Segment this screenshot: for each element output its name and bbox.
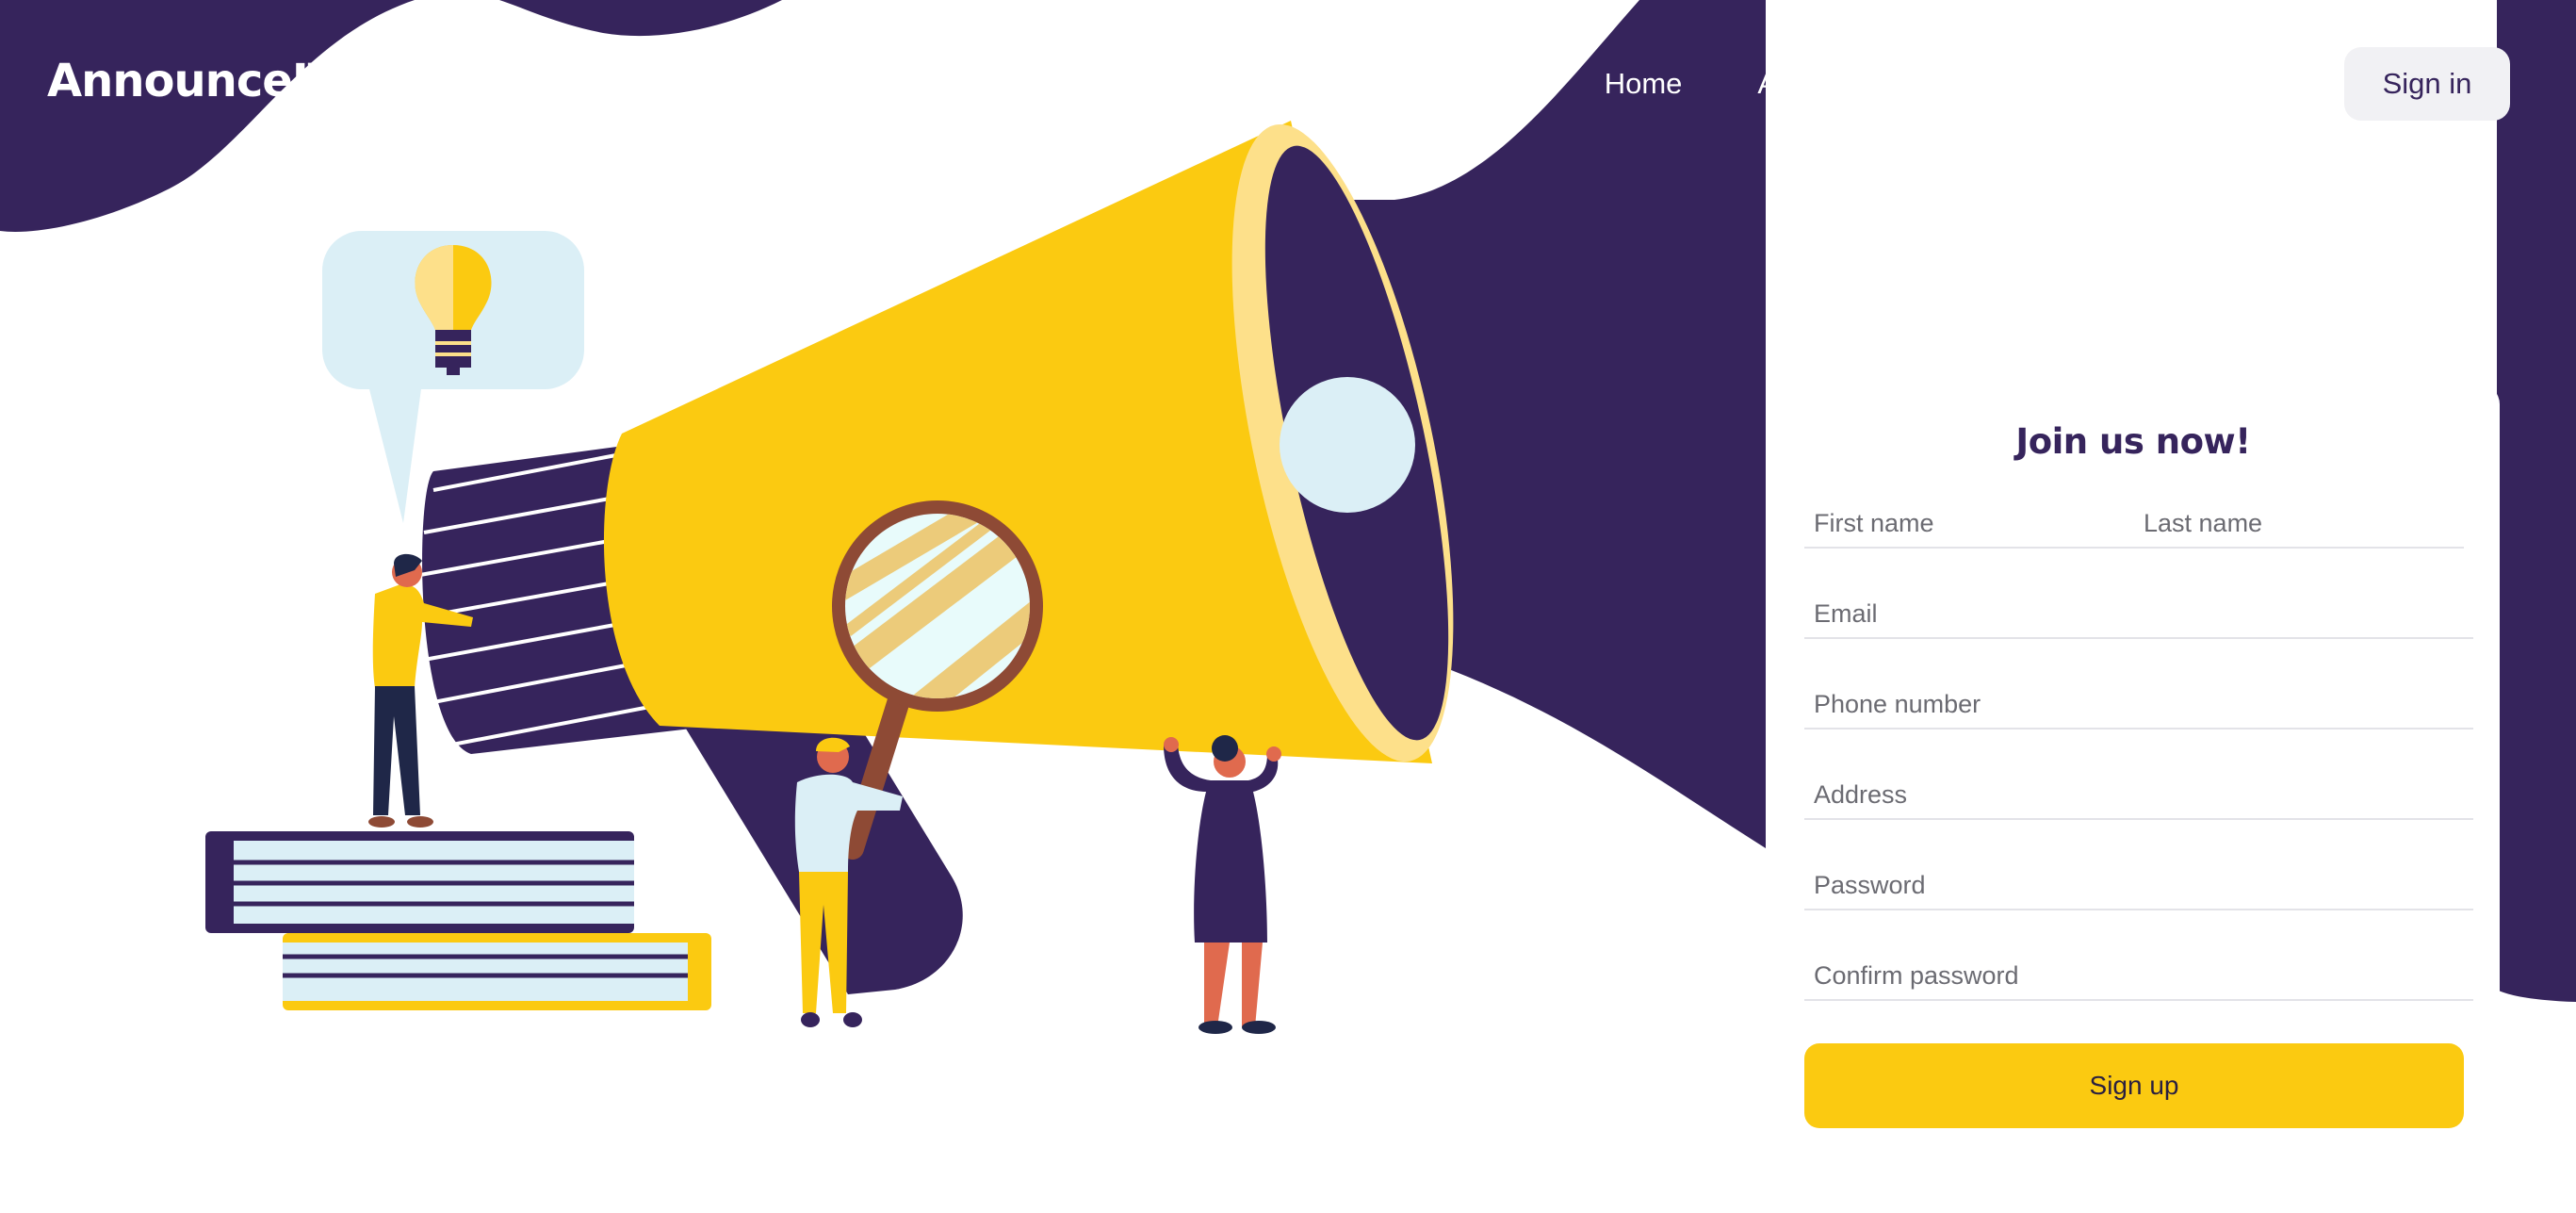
confirm-password-field[interactable] bbox=[1804, 952, 2473, 1001]
top-navigation: Home Announcements About FAQs Sign in bbox=[1605, 47, 2510, 121]
person-holding-megaphone bbox=[1164, 735, 1281, 1034]
password-field[interactable] bbox=[1804, 861, 2473, 910]
hero-description: AnnounceIT is a solution for broadcastin… bbox=[1788, 243, 2461, 340]
address-field[interactable] bbox=[1804, 771, 2473, 820]
first-name-field[interactable] bbox=[1804, 500, 2134, 549]
signup-card: Join us now! Sign up bbox=[1767, 384, 2500, 1213]
email-field[interactable] bbox=[1804, 590, 2473, 639]
sign-up-button[interactable]: Sign up bbox=[1804, 1043, 2464, 1128]
top-left-background-blob bbox=[0, 0, 415, 232]
nav-link-faqs[interactable]: FAQs bbox=[2195, 67, 2269, 101]
nav-link-home[interactable]: Home bbox=[1605, 67, 1683, 101]
signup-card-title: Join us now! bbox=[2015, 421, 2251, 462]
hero-title: AnnounceIT bbox=[1935, 151, 2314, 220]
sign-in-button[interactable]: Sign in bbox=[2344, 47, 2510, 121]
phone-number-field[interactable] bbox=[1804, 680, 2473, 729]
nav-link-announcements[interactable]: Announcements bbox=[1757, 67, 1968, 101]
nav-link-about[interactable]: About bbox=[2044, 67, 2120, 101]
book-stack bbox=[205, 831, 711, 1010]
brand-logo[interactable]: AnnounceIT bbox=[47, 55, 338, 107]
last-name-field[interactable] bbox=[2134, 500, 2464, 549]
top-center-background-blob bbox=[499, 0, 782, 37]
